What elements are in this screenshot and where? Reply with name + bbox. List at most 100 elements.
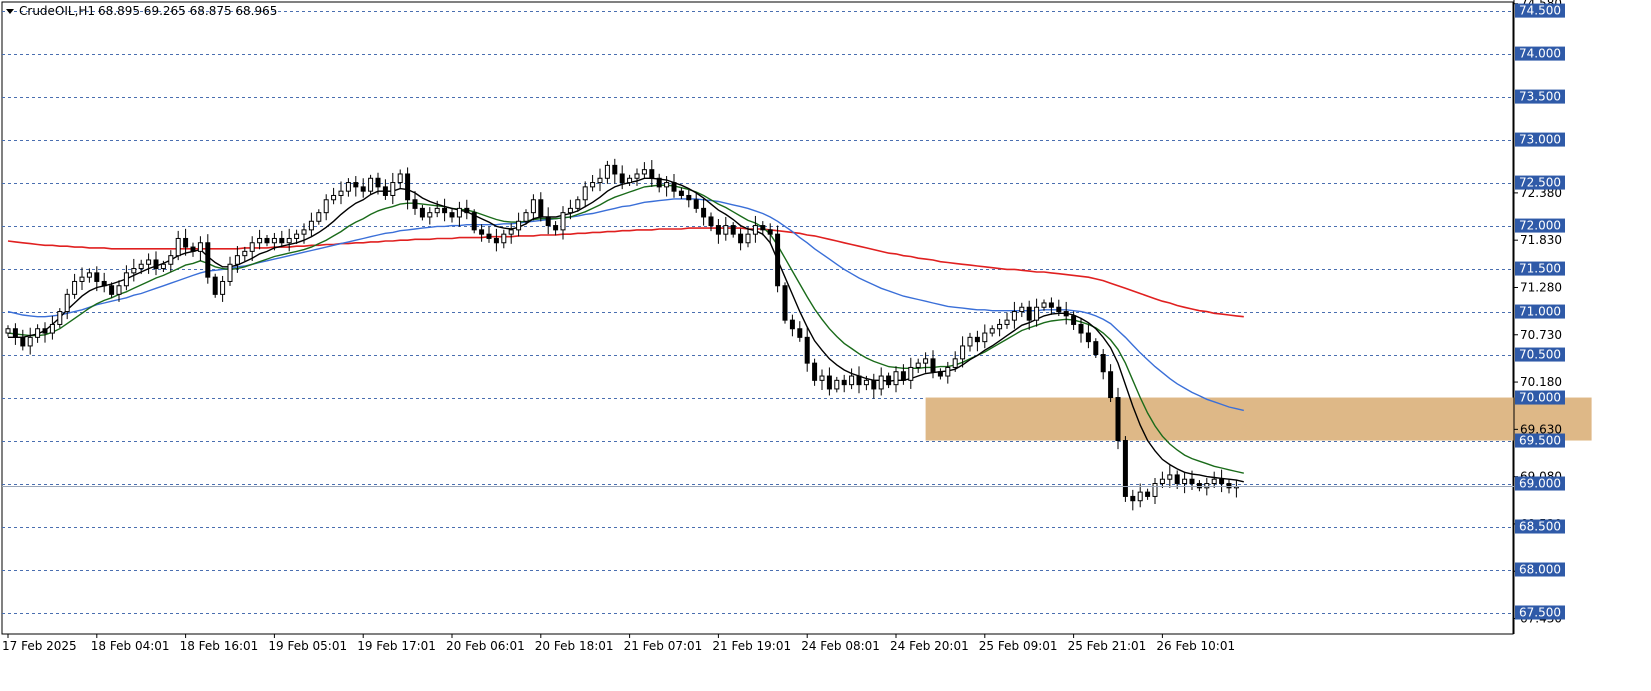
candle-body <box>523 212 529 222</box>
symbol-label: CrudeOIL,H1 <box>19 4 95 18</box>
candle-body <box>1078 323 1084 334</box>
candle-body <box>516 220 522 231</box>
candle-body <box>604 164 610 179</box>
level-label: 73.500 <box>1519 90 1561 104</box>
candle-body <box>715 225 721 235</box>
candle-body <box>671 182 677 192</box>
candle-body <box>183 237 189 248</box>
candle-body <box>575 199 581 209</box>
candle-body <box>812 362 818 381</box>
price-chart[interactable]: 74.58072.38071.83071.28070.73070.18069.6… <box>0 0 1651 691</box>
candle-body <box>819 375 825 381</box>
candle-body <box>708 216 714 227</box>
candle-body <box>590 182 596 188</box>
candle-body <box>197 242 203 252</box>
candle-body <box>1152 483 1158 497</box>
candle-body <box>442 207 448 214</box>
candle-body <box>841 379 847 386</box>
candle-body <box>900 371 906 381</box>
candle-body <box>301 229 307 235</box>
candle-body <box>94 272 100 282</box>
candle-body <box>123 272 129 287</box>
candle-body <box>597 177 603 184</box>
candle-body <box>49 323 55 334</box>
candle-body <box>782 285 788 321</box>
candle-body <box>1011 311 1017 321</box>
candle-body <box>64 293 70 313</box>
candle-body <box>493 237 499 244</box>
candle-body <box>834 379 840 390</box>
candle-body <box>101 280 107 287</box>
time-tick-label: 25 Feb 21:01 <box>1068 639 1147 653</box>
candle-body <box>168 255 174 265</box>
candle-body <box>146 259 152 265</box>
candle-body <box>486 233 492 239</box>
candle-body <box>871 379 877 390</box>
candle-body <box>464 207 470 214</box>
zone-layer <box>925 397 1592 441</box>
candle-body <box>937 371 943 377</box>
candle-body <box>1167 474 1173 480</box>
candle-body <box>974 336 980 343</box>
candle-body <box>205 242 211 278</box>
candle-body <box>1063 311 1069 317</box>
candle-body <box>212 276 218 295</box>
candle-body <box>227 263 233 282</box>
level-label: 69.500 <box>1519 434 1561 448</box>
candle-body <box>160 263 166 270</box>
candle-body <box>419 207 425 218</box>
candle-body <box>863 379 869 386</box>
time-tick-label: 18 Feb 04:01 <box>91 639 170 653</box>
level-label: 68.000 <box>1519 563 1561 577</box>
candle-body <box>967 336 973 347</box>
level-label: 74.500 <box>1519 4 1561 18</box>
candle-body <box>1085 332 1091 343</box>
candle-body <box>1137 491 1143 502</box>
candle-body <box>264 237 270 244</box>
candle-body <box>368 177 374 192</box>
candle-body <box>1219 478 1225 485</box>
candle-body <box>116 285 122 295</box>
candle-body <box>723 225 729 235</box>
candle-body <box>1004 319 1010 325</box>
candle-body <box>382 186 388 196</box>
candle-body <box>1115 397 1121 442</box>
level-label: 71.500 <box>1519 262 1561 276</box>
candle-body <box>989 328 995 334</box>
candle-body <box>752 225 758 235</box>
candle-body <box>567 207 573 214</box>
candle-body <box>353 182 359 188</box>
candle-body <box>79 276 85 282</box>
level-label: 73.000 <box>1519 133 1561 147</box>
candle-body <box>686 194 692 201</box>
candle-body <box>664 182 670 188</box>
candle-body <box>560 212 566 231</box>
candle-body <box>427 212 433 218</box>
time-tick-label: 20 Feb 18:01 <box>535 639 614 653</box>
candle-body <box>345 182 351 192</box>
candle-body <box>612 164 618 175</box>
candle-body <box>538 199 544 218</box>
candle-body <box>316 212 322 222</box>
candle-body <box>678 190 684 196</box>
candle-body <box>745 233 751 244</box>
level-label: 72.000 <box>1519 219 1561 233</box>
candle-body <box>35 328 41 338</box>
candle-body <box>886 375 892 386</box>
candle-body <box>286 237 292 244</box>
candle-body <box>775 233 781 287</box>
candle-body <box>1189 478 1195 485</box>
candle-body <box>471 212 477 231</box>
candle-body <box>930 358 936 373</box>
time-tick-label: 21 Feb 19:01 <box>712 639 791 653</box>
ohlc-label: 68.895 69.265 68.875 68.965 <box>98 4 277 18</box>
candle-body <box>997 323 1003 330</box>
time-tick-label: 25 Feb 09:01 <box>979 639 1058 653</box>
candle-body <box>1034 306 1040 321</box>
candle-body <box>434 207 440 214</box>
time-tick-label: 17 Feb 2025 <box>2 639 77 653</box>
candle-body <box>553 225 559 231</box>
candle-body <box>412 199 418 209</box>
candle-body <box>323 199 329 214</box>
supply-zone <box>925 397 1592 441</box>
